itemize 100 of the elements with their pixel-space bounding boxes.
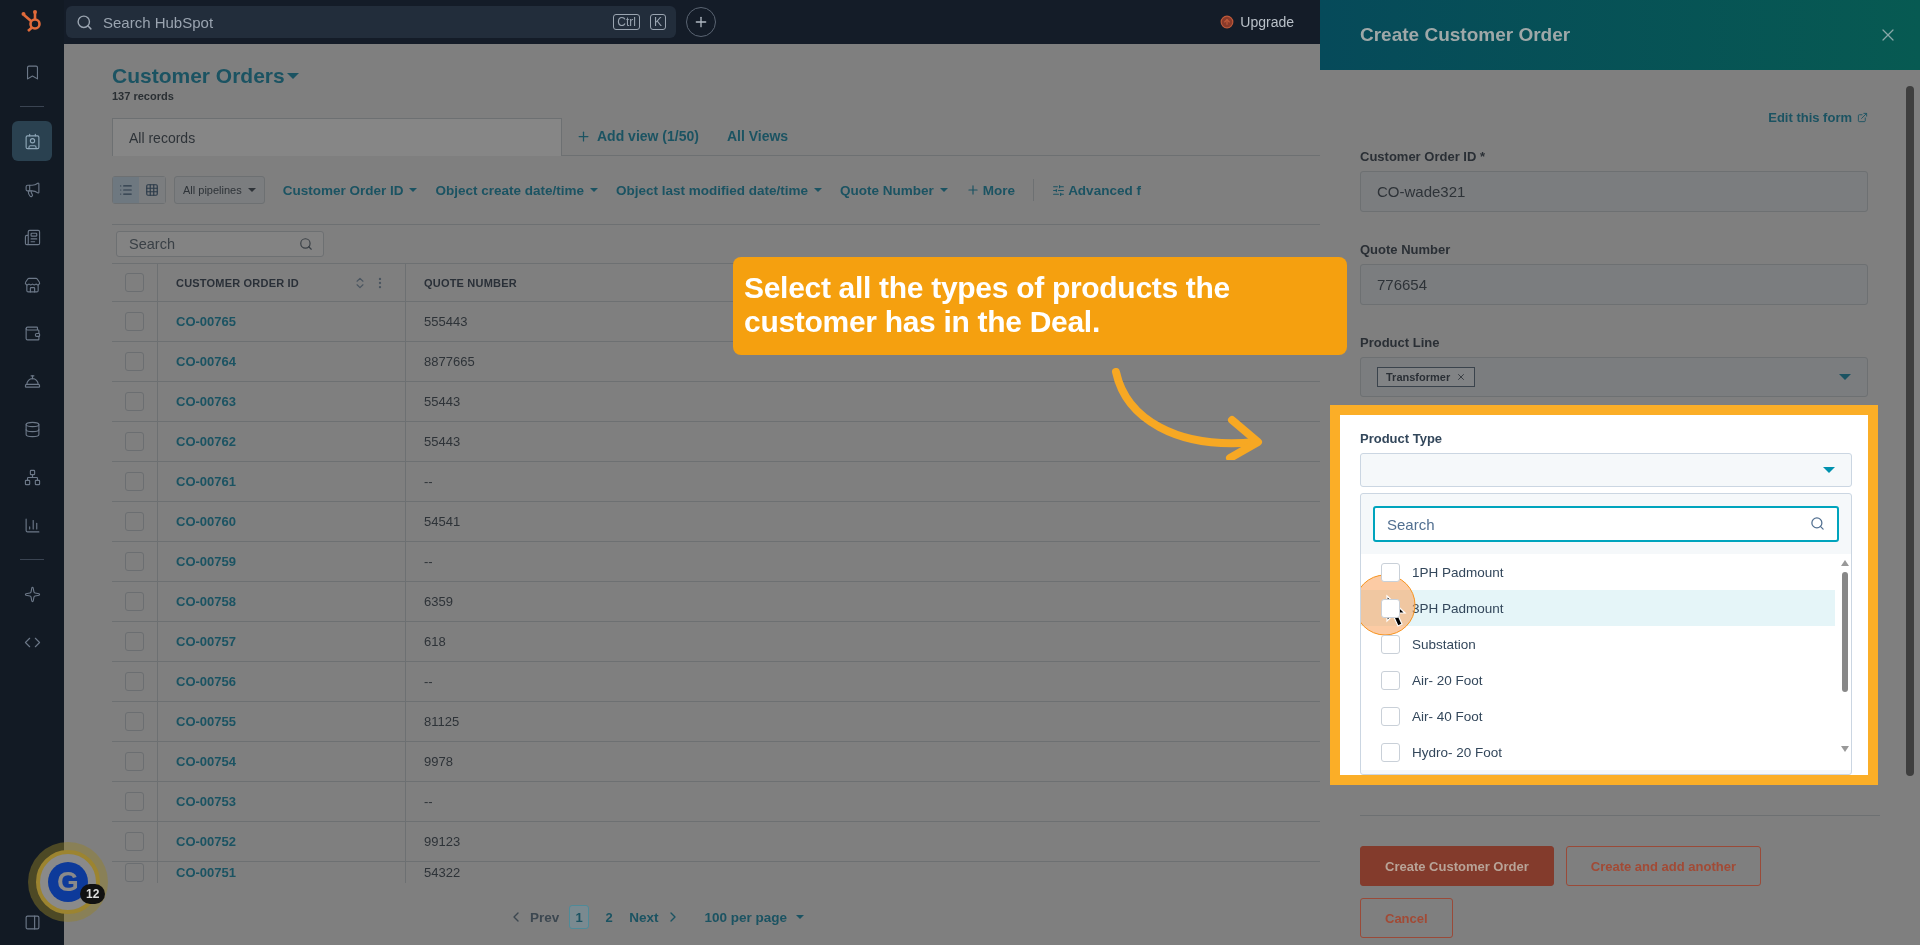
- record-link[interactable]: CO-00755: [176, 714, 236, 729]
- column-header[interactable]: QUOTE NUMBER: [424, 276, 517, 289]
- record-link[interactable]: CO-00754: [176, 754, 236, 769]
- field-label: Customer Order ID *: [1360, 149, 1486, 164]
- wallet-icon: [23, 324, 41, 342]
- table-cell: 9978: [424, 754, 453, 769]
- sparkle-icon: [23, 585, 41, 603]
- record-link[interactable]: CO-00759: [176, 554, 236, 569]
- caret-icon: [796, 915, 805, 919]
- table-cell: 54322: [424, 865, 461, 880]
- filter-dropdown[interactable]: Quote Number: [840, 182, 948, 198]
- record-link[interactable]: CO-00753: [176, 794, 236, 809]
- dropdown-search-field[interactable]: Search: [1373, 506, 1839, 542]
- secondary-button[interactable]: Cancel: [1360, 898, 1453, 938]
- record-link[interactable]: CO-00765: [176, 314, 236, 329]
- dropdown-option[interactable]: 1PH Padmount: [1361, 554, 1835, 590]
- field-label: Product Line: [1360, 335, 1441, 350]
- view-title[interactable]: Customer Orders: [112, 64, 299, 88]
- bar-chart-icon: [23, 516, 41, 534]
- remove-icon[interactable]: [1456, 372, 1467, 382]
- field-label: Product Type: [1360, 431, 1444, 446]
- caret-icon: [247, 188, 256, 192]
- dropdown-option[interactable]: Substation: [1361, 626, 1835, 662]
- advanced-filters-button[interactable]: Advanced f: [1052, 182, 1141, 198]
- next-page-button[interactable]: Next: [629, 909, 681, 925]
- keyboard-key: Ctrl: [613, 14, 640, 30]
- record-link[interactable]: CO-00751: [176, 865, 236, 880]
- table-cell: 55443: [424, 434, 461, 449]
- record-link[interactable]: CO-00758: [176, 594, 236, 609]
- option-label: 1PH Padmount: [1412, 564, 1504, 580]
- view-tab[interactable]: All records: [112, 118, 562, 156]
- table-cell: --: [424, 674, 433, 689]
- table-cell: --: [424, 554, 433, 569]
- newspaper-icon: [23, 228, 41, 246]
- page-number[interactable]: 2: [599, 905, 620, 929]
- table-cell: 54541: [424, 514, 461, 529]
- per-page-dropdown[interactable]: 100 per page: [704, 909, 805, 925]
- filter-dropdown[interactable]: Customer Order ID: [282, 182, 418, 198]
- board-view-button[interactable]: [139, 177, 165, 203]
- search-icon: [76, 13, 93, 31]
- dropdown-option[interactable]: Air- 20 Foot: [1361, 662, 1835, 698]
- text-input[interactable]: 776654: [1360, 264, 1868, 305]
- search-field[interactable]: Search HubSpot Ctrl K: [66, 6, 676, 38]
- external-link-icon: [1857, 112, 1868, 123]
- list-view-button[interactable]: [113, 177, 139, 203]
- table-cell: 6359: [424, 594, 453, 609]
- record-link[interactable]: CO-00752: [176, 834, 236, 849]
- prev-page-button[interactable]: Prev: [507, 909, 560, 925]
- store-icon: [23, 276, 41, 294]
- record-link[interactable]: CO-00761: [176, 474, 236, 489]
- selected-tag[interactable]: Transformer: [1377, 367, 1476, 387]
- record-link[interactable]: CO-00757: [176, 634, 236, 649]
- record-link[interactable]: CO-00756: [176, 674, 236, 689]
- product-line-select[interactable]: Transformer: [1360, 357, 1868, 397]
- dropdown-option[interactable]: Hydro- 20 Foot: [1361, 734, 1835, 770]
- text-input[interactable]: CO-wade321: [1360, 171, 1868, 212]
- product-type-select[interactable]: [1360, 453, 1852, 487]
- checkbox[interactable]: [1381, 634, 1400, 654]
- arrow-up-icon: [1220, 15, 1235, 29]
- caret-icon: [1839, 374, 1851, 380]
- record-link[interactable]: CO-00763: [176, 394, 236, 409]
- sidebar-item[interactable]: [12, 121, 52, 161]
- add-view-link[interactable]: Add view (1/50): [562, 117, 713, 155]
- page-number[interactable]: 1: [569, 905, 590, 929]
- option-label: Hydro- 20 Foot: [1412, 744, 1503, 760]
- plus-icon: [693, 14, 709, 30]
- megaphone-icon: [23, 180, 41, 198]
- pipeline-dropdown[interactable]: All pipelines: [174, 176, 265, 204]
- more-filters-button[interactable]: More: [965, 182, 1016, 198]
- record-link[interactable]: CO-00760: [176, 514, 236, 529]
- checkbox[interactable]: [1381, 562, 1400, 582]
- filter-dropdown[interactable]: Object last modified date/time: [616, 182, 823, 198]
- dropdown-option[interactable]: Air- 40 Foot: [1361, 698, 1835, 734]
- table-cell: --: [424, 474, 433, 489]
- table-search-field[interactable]: Search: [116, 231, 324, 257]
- filter-dropdown[interactable]: Object create date/time: [435, 182, 599, 198]
- checkbox[interactable]: [1381, 670, 1400, 690]
- caret-icon: [814, 188, 823, 192]
- table-cell: 8877665: [424, 354, 475, 369]
- sprocket-logo-icon[interactable]: [20, 8, 44, 34]
- checkbox[interactable]: [1381, 742, 1400, 762]
- caret-icon: [1823, 467, 1835, 473]
- tag-label: Transformer: [1386, 371, 1451, 383]
- option-label: Air- 40 Foot: [1412, 708, 1483, 724]
- bell-icon: [23, 372, 41, 390]
- panel-toggle-icon[interactable]: [23, 914, 41, 931]
- all-views-link[interactable]: All Views: [712, 117, 803, 155]
- record-link[interactable]: CO-00764: [176, 354, 236, 369]
- checkbox[interactable]: [1381, 706, 1400, 726]
- caret-icon: [409, 188, 418, 192]
- column-header[interactable]: CUSTOMER ORDER ID: [176, 276, 299, 289]
- secondary-button[interactable]: Create and add another: [1565, 846, 1761, 886]
- network-icon: [23, 468, 41, 486]
- upgrade-button[interactable]: Upgrade: [1214, 13, 1300, 31]
- scrollbar[interactable]: [1906, 86, 1914, 776]
- edit-form-link[interactable]: Edit this form: [1768, 110, 1868, 125]
- checkbox[interactable]: [1381, 598, 1400, 618]
- create-button[interactable]: Create Customer Order: [1360, 846, 1554, 886]
- panel-title: Create Customer Order: [1360, 24, 1571, 46]
- record-link[interactable]: CO-00762: [176, 434, 236, 449]
